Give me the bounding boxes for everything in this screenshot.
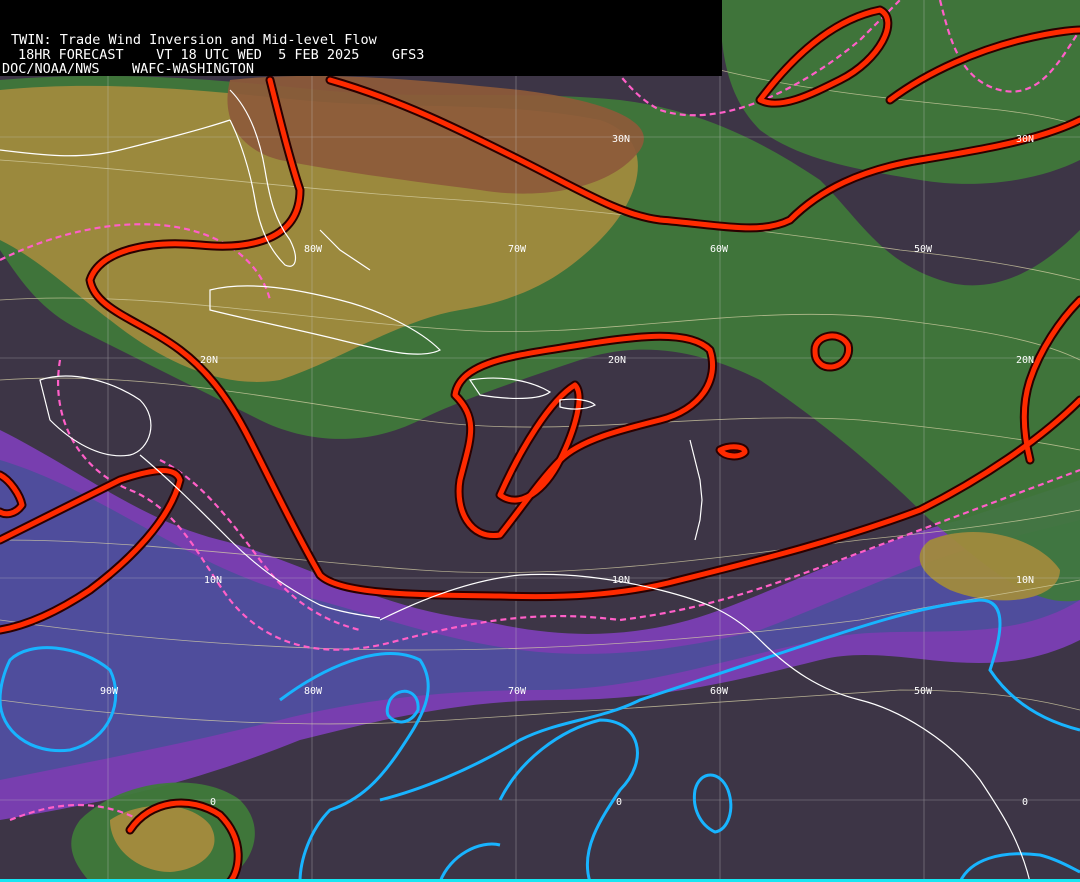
lon-label-80w-south: 80W — [304, 686, 323, 697]
lat-label-30n-east: 30N — [1016, 134, 1034, 145]
lon-label-60w: 60W — [710, 244, 729, 255]
lat-label-10n: 10N — [204, 575, 222, 586]
lon-label-60w-south: 60W — [710, 686, 729, 697]
lesser-antilles — [689, 439, 703, 541]
yucatan-outline — [39, 375, 152, 457]
lat-label-30n: 30N — [612, 134, 630, 145]
lat-label-10n-east: 10N — [1016, 575, 1034, 586]
agency-line: DOC/NOAA/NWS WAFC-WASHINGTON — [2, 61, 254, 77]
lat-label-20n-mid: 20N — [608, 355, 626, 366]
lon-label-70w: 70W — [508, 244, 527, 255]
map-title: TWIN: Trade Wind Inversion and Mid-level… — [11, 32, 377, 48]
lat-label-0-east: 0 — [1022, 797, 1028, 808]
lon-label-90w: 90W — [100, 686, 119, 697]
header-panel: TWIN: Trade Wind Inversion and Mid-level… — [0, 0, 722, 76]
lon-label-70w-south: 70W — [508, 686, 527, 697]
lat-label-20n: 20N — [200, 355, 218, 366]
lat-label-10n-mid: 10N — [612, 575, 630, 586]
lon-label-50w-south: 50W — [914, 686, 933, 697]
lon-label-80w: 80W — [304, 244, 323, 255]
forecast-line: 18HR FORECAST VT 18 UTC WED 5 FEB 2025 G… — [18, 46, 425, 63]
map-canvas: 30N 30N 20N 20N 20N 10N 10N 10N 0 0 0 80… — [0, 0, 1080, 882]
lat-label-0-west: 0 — [210, 797, 216, 808]
lat-label-20n-east: 20N — [1016, 355, 1034, 366]
twin-forecast-map: 30N 30N 20N 20N 20N 10N 10N 10N 0 0 0 80… — [0, 0, 1080, 882]
lon-label-50w: 50W — [914, 244, 933, 255]
lat-label-0-mid: 0 — [616, 797, 622, 808]
